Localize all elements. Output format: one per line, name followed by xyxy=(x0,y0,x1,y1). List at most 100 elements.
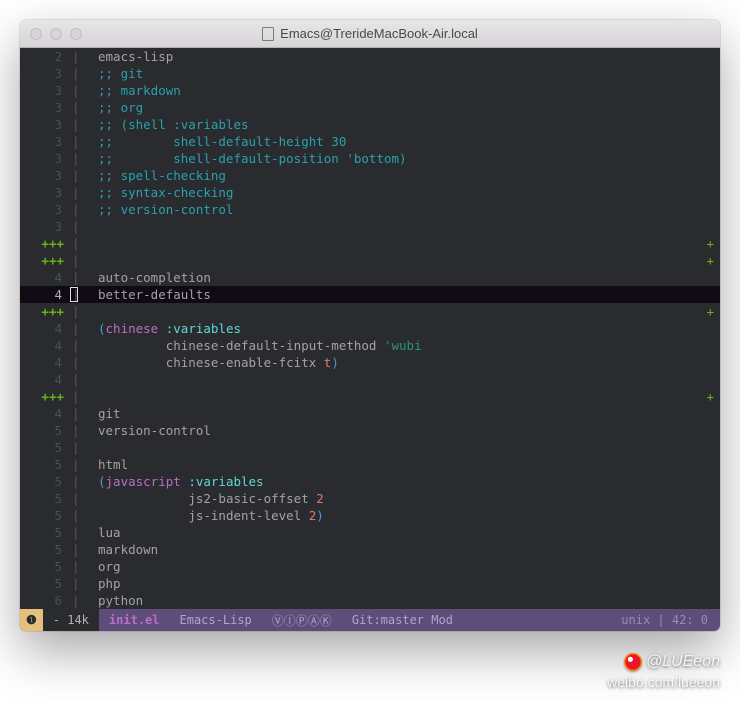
code-line[interactable]: 6|python xyxy=(20,592,720,609)
code-content[interactable]: + xyxy=(98,388,720,405)
vc-branch[interactable]: Git:master Mod xyxy=(342,609,463,631)
code-content[interactable]: (chinese :variables xyxy=(98,320,720,337)
line-number: 3 xyxy=(20,65,68,82)
code-content[interactable]: version-control xyxy=(98,422,720,439)
code-line[interactable]: 4| xyxy=(20,371,720,388)
code-content[interactable]: lua xyxy=(98,524,720,541)
code-content[interactable]: ;; shell-default-position 'bottom) xyxy=(98,150,720,167)
code-content[interactable]: + xyxy=(98,252,720,269)
code-content[interactable]: markdown xyxy=(98,541,720,558)
gutter-separator: | xyxy=(68,456,98,473)
code-line[interactable]: +++|+ xyxy=(20,252,720,269)
code-line[interactable]: +++|+ xyxy=(20,388,720,405)
code-line[interactable]: 4|(chinese :variables xyxy=(20,320,720,337)
minor-modes[interactable]: ⓋⒾⓅⒶⓀ xyxy=(262,609,342,631)
code-line[interactable]: 5|markdown xyxy=(20,541,720,558)
code-line[interactable]: 3|;; syntax-checking xyxy=(20,184,720,201)
code-line[interactable]: 4| chinese-default-input-method 'wubi xyxy=(20,337,720,354)
code-content[interactable]: js2-basic-offset 2 xyxy=(98,490,720,507)
code-line[interactable]: +++|+ xyxy=(20,235,720,252)
code-content[interactable]: html xyxy=(98,456,720,473)
gutter-separator: | xyxy=(68,201,98,218)
code-content[interactable]: ;; markdown xyxy=(98,82,720,99)
gutter-separator: | xyxy=(68,439,98,456)
code-line[interactable]: 5|version-control xyxy=(20,422,720,439)
code-line[interactable]: 3|;; (shell :variables xyxy=(20,116,720,133)
code-content[interactable]: + xyxy=(98,235,720,252)
diff-added-marker: +++ xyxy=(20,235,68,252)
line-number: 4 xyxy=(20,320,68,337)
code-content[interactable]: ;; shell-default-height 30 xyxy=(98,133,720,150)
code-content[interactable]: emacs-lisp xyxy=(98,48,720,65)
code-line[interactable]: 3|;; shell-default-height 30 xyxy=(20,133,720,150)
major-mode[interactable]: Emacs-Lisp xyxy=(170,609,262,631)
line-number: 2 xyxy=(20,48,68,65)
code-line[interactable]: 3|;; shell-default-position 'bottom) xyxy=(20,150,720,167)
gutter-separator: | xyxy=(68,490,98,507)
code-line[interactable]: 5| xyxy=(20,439,720,456)
code-line[interactable]: 5| js-indent-level 2) xyxy=(20,507,720,524)
modeline[interactable]: ❶ - 14k init.el Emacs-Lisp ⓋⒾⓅⒶⓀ Git:mas… xyxy=(20,609,720,631)
gutter-separator: | xyxy=(68,575,98,592)
code-content[interactable] xyxy=(98,371,720,388)
code-content[interactable] xyxy=(98,218,720,235)
code-content[interactable]: js-indent-level 2) xyxy=(98,507,720,524)
code-content[interactable]: chinese-enable-fcitx t) xyxy=(98,354,720,371)
code-content[interactable]: php xyxy=(98,575,720,592)
gutter-separator: | xyxy=(68,48,98,65)
code-line[interactable]: 3|;; markdown xyxy=(20,82,720,99)
line-number: 5 xyxy=(20,524,68,541)
code-content[interactable]: ;; git xyxy=(98,65,720,82)
code-line[interactable]: 2|emacs-lisp xyxy=(20,48,720,65)
code-content[interactable]: better-defaults xyxy=(98,286,720,303)
code-line[interactable]: 5|org xyxy=(20,558,720,575)
code-line[interactable]: 3|;; spell-checking xyxy=(20,167,720,184)
line-number: 3 xyxy=(20,218,68,235)
minimize-icon[interactable] xyxy=(50,28,62,40)
code-line[interactable]: 4|better-defaults xyxy=(20,286,720,303)
code-content[interactable]: ;; (shell :variables xyxy=(98,116,720,133)
editor-area[interactable]: 2|emacs-lisp3|;; git3|;; markdown3|;; or… xyxy=(20,48,720,609)
code-content[interactable]: + xyxy=(98,303,720,320)
document-icon xyxy=(262,27,274,41)
code-content[interactable]: ;; spell-checking xyxy=(98,167,720,184)
line-number: 5 xyxy=(20,575,68,592)
titlebar[interactable]: Emacs@TrerideMacBook-Air.local xyxy=(20,20,720,48)
code-line[interactable]: 3|;; org xyxy=(20,99,720,116)
buffer-filename[interactable]: init.el xyxy=(99,609,170,631)
code-content[interactable]: ;; org xyxy=(98,99,720,116)
code-line[interactable]: +++|+ xyxy=(20,303,720,320)
code-line[interactable]: 4| chinese-enable-fcitx t) xyxy=(20,354,720,371)
code-content[interactable]: git xyxy=(98,405,720,422)
code-line[interactable]: 5|lua xyxy=(20,524,720,541)
zoom-icon[interactable] xyxy=(70,28,82,40)
gutter-separator: | xyxy=(68,65,98,82)
line-number: 4 xyxy=(20,405,68,422)
code-content[interactable]: org xyxy=(98,558,720,575)
code-line[interactable]: 4|git xyxy=(20,405,720,422)
code-content[interactable] xyxy=(98,439,720,456)
code-content[interactable]: python xyxy=(98,592,720,609)
line-number: 5 xyxy=(20,422,68,439)
gutter-separator: | xyxy=(68,303,98,320)
code-line[interactable]: 3|;; version-control xyxy=(20,201,720,218)
code-line[interactable]: 3|;; git xyxy=(20,65,720,82)
code-line[interactable]: 5|php xyxy=(20,575,720,592)
code-line[interactable]: 4|auto-completion xyxy=(20,269,720,286)
code-line[interactable]: 5| js2-basic-offset 2 xyxy=(20,490,720,507)
close-icon[interactable] xyxy=(30,28,42,40)
code-line[interactable]: 5|html xyxy=(20,456,720,473)
position-indicator: unix | 42: 0 xyxy=(611,609,720,631)
code-content[interactable]: ;; syntax-checking xyxy=(98,184,720,201)
code-content[interactable]: (javascript :variables xyxy=(98,473,720,490)
code-line[interactable]: 5|(javascript :variables xyxy=(20,473,720,490)
flycheck-warning-badge[interactable]: ❶ xyxy=(20,609,43,631)
code-content[interactable]: ;; version-control xyxy=(98,201,720,218)
line-number: 5 xyxy=(20,558,68,575)
window-title: Emacs@TrerideMacBook-Air.local xyxy=(20,26,720,41)
line-number: 4 xyxy=(20,354,68,371)
code-line[interactable]: 3| xyxy=(20,218,720,235)
code-content[interactable]: chinese-default-input-method 'wubi xyxy=(98,337,720,354)
code-content[interactable]: auto-completion xyxy=(98,269,720,286)
watermark: @LUEeon weibo.com/lueeon xyxy=(607,652,720,691)
